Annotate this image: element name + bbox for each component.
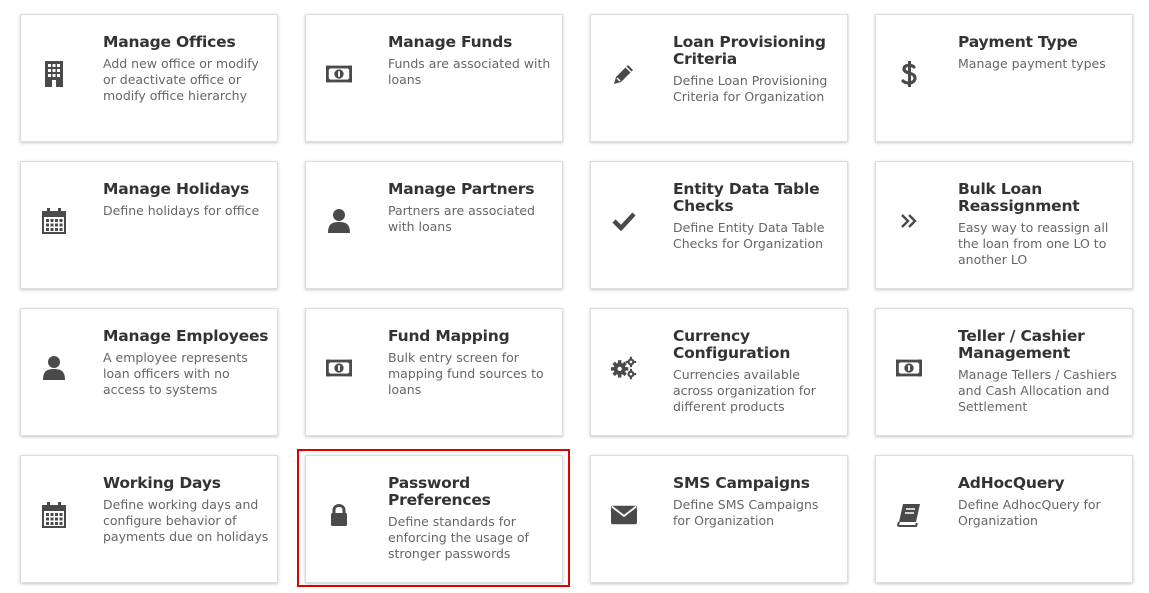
calendar-icon xyxy=(41,502,67,528)
card-description: Define holidays for office xyxy=(103,203,260,218)
card-description: Manage payment types xyxy=(958,56,1106,71)
card-entity-data-table-checks[interactable]: Entity Data Table Checks Define Entity D… xyxy=(590,161,848,289)
book-icon xyxy=(896,502,922,528)
dollar-icon xyxy=(896,61,922,87)
pencil-icon xyxy=(611,61,637,87)
card-title: Currency Configuration xyxy=(673,327,791,362)
card-title: Manage Offices xyxy=(103,33,236,51)
money-icon xyxy=(896,355,922,381)
card-description: Define Entity Data Table Checks for Orga… xyxy=(673,220,825,251)
card-adhocquery[interactable]: AdHocQuery Define AdhocQuery for Organiz… xyxy=(875,455,1133,583)
lock-icon xyxy=(326,502,352,528)
card-manage-offices[interactable]: Manage Offices Add new office or modify … xyxy=(20,14,278,142)
card-title: Password Preferences xyxy=(388,474,491,509)
money-icon xyxy=(326,61,352,87)
user-icon xyxy=(41,355,67,381)
card-bulk-loan-reassignment[interactable]: Bulk Loan Reassignment Easy way to reass… xyxy=(875,161,1133,289)
card-description: Define Loan Provisioning Criteria for Or… xyxy=(673,73,828,104)
envelope-icon xyxy=(611,502,637,528)
card-title: Working Days xyxy=(103,474,221,492)
card-loan-provisioning-criteria[interactable]: Loan Provisioning Criteria Define Loan P… xyxy=(590,14,848,142)
card-manage-employees[interactable]: Manage Employees A employee represents l… xyxy=(20,308,278,436)
card-title: Manage Employees xyxy=(103,327,269,345)
card-title: Loan Provisioning Criteria xyxy=(673,33,826,68)
card-manage-funds[interactable]: Manage Funds Funds are associated with l… xyxy=(305,14,563,142)
card-working-days[interactable]: Working Days Define working days and con… xyxy=(20,455,278,583)
card-description: Easy way to reassign all the loan from o… xyxy=(958,220,1109,267)
card-description: Partners are associated with loans xyxy=(388,203,535,234)
card-description: Bulk entry screen for mapping fund sourc… xyxy=(388,350,544,397)
card-title: SMS Campaigns xyxy=(673,474,810,492)
card-title: Manage Holidays xyxy=(103,180,250,198)
card-description: Define standards for enforcing the usage… xyxy=(388,514,529,561)
card-sms-campaigns[interactable]: SMS Campaigns Define SMS Campaigns for O… xyxy=(590,455,848,583)
card-description: A employee represents loan officers with… xyxy=(103,350,248,397)
card-description: Define AdhocQuery for Organization xyxy=(958,497,1101,528)
card-fund-mapping[interactable]: Fund Mapping Bulk entry screen for mappi… xyxy=(305,308,563,436)
card-title: Manage Partners xyxy=(388,180,535,198)
card-description: Currencies available across organization… xyxy=(673,367,816,414)
card-title: Bulk Loan Reassignment xyxy=(958,180,1080,215)
card-title: Manage Funds xyxy=(388,33,513,51)
card-manage-holidays[interactable]: Manage Holidays Define holidays for offi… xyxy=(20,161,278,289)
user-icon xyxy=(326,208,352,234)
money-icon xyxy=(326,355,352,381)
check-icon xyxy=(611,208,637,234)
gears-icon xyxy=(611,355,637,381)
building-icon xyxy=(41,61,67,87)
card-description: Add new office or modify or deactivate o… xyxy=(103,56,259,103)
card-payment-type[interactable]: Payment Type Manage payment types xyxy=(875,14,1133,142)
calendar-icon xyxy=(41,208,67,234)
card-title: AdHocQuery xyxy=(958,474,1065,492)
card-title: Fund Mapping xyxy=(388,327,510,345)
card-teller-cashier-management[interactable]: Teller / Cashier Management Manage Telle… xyxy=(875,308,1133,436)
card-description: Define working days and configure behavi… xyxy=(103,497,269,544)
organization-settings-grid: Manage Offices Add new office or modify … xyxy=(0,0,1149,593)
double-chevron-right-icon xyxy=(896,208,922,234)
card-title: Entity Data Table Checks xyxy=(673,180,820,215)
card-manage-partners[interactable]: Manage Partners Partners are associated … xyxy=(305,161,563,289)
card-description: Manage Tellers / Cashiers and Cash Alloc… xyxy=(958,367,1117,414)
card-currency-configuration[interactable]: Currency Configuration Currencies availa… xyxy=(590,308,848,436)
card-title: Teller / Cashier Management xyxy=(958,327,1085,362)
card-title: Payment Type xyxy=(958,33,1078,51)
card-description: Funds are associated with loans xyxy=(388,56,551,87)
card-description: Define SMS Campaigns for Organization xyxy=(673,497,819,528)
card-password-preferences[interactable]: Password Preferences Define standards fo… xyxy=(305,455,563,583)
